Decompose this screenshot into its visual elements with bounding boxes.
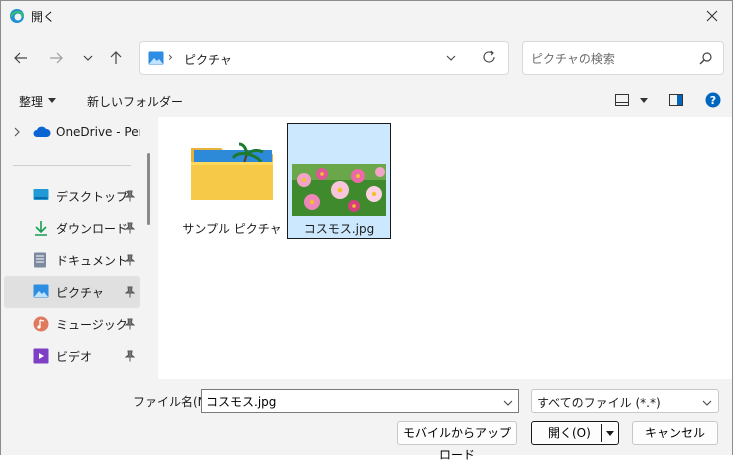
sidebar-scrollbar[interactable] [147,153,150,225]
sidebar-item-videos[interactable]: ビデオ [1,340,140,372]
file-type-value: すべてのファイル (*.*) [537,396,661,410]
chevron-down-icon [503,400,513,406]
command-bar: 整理 新しいフォルダー ? [1,85,732,117]
pin-icon [124,318,136,333]
view-mode-caret-icon[interactable] [640,98,648,103]
file-item-sample-pictures-folder[interactable]: サンプル ピクチャ [180,123,284,239]
video-icon [33,348,49,364]
chevron-down-icon [702,400,712,406]
sidebar-item-pictures[interactable]: ピクチャ [4,276,140,308]
dialog-footer: ファイル名(N): すべてのファイル (*.*) モバイルからアップロード 開く… [1,379,732,462]
file-type-dropdown-button[interactable] [702,397,712,411]
chevron-down-icon [446,55,456,61]
open-file-dialog: 開く › ピクチャ ピクチャの検索 整理 新しいフォルダー ? OneDrive… [0,0,733,462]
chevron-right-icon[interactable] [13,126,21,140]
pin-icon [124,286,136,301]
view-icon [615,94,629,106]
address-dropdown-button[interactable] [446,52,456,66]
cloud-icon [33,125,51,141]
pin-icon [124,350,136,365]
download-icon [33,220,49,236]
pin-icon [124,190,136,205]
back-button[interactable] [10,47,32,69]
breadcrumb-separator: › [168,50,173,64]
close-icon [706,10,718,22]
sidebar-item-music[interactable]: ミュージック [1,308,140,340]
pin-icon [124,222,136,237]
open-options-caret-icon[interactable] [606,431,614,436]
preview-pane-button[interactable] [669,94,683,109]
cancel-button[interactable]: キャンセル [632,421,718,445]
file-name: サンプル ピクチャ [182,222,282,236]
title-bar: 開く [1,1,732,31]
search-box[interactable] [522,41,724,75]
sidebar-item-label: ピクチャ [56,286,104,300]
picture-folder-icon [148,51,164,65]
sidebar-item-documents[interactable]: ドキュメント [1,244,140,276]
music-icon [33,316,49,332]
sidebar-item-label: デスクトップ [56,190,129,204]
image-thumbnail-icon [292,164,386,216]
arrow-left-icon [14,52,27,64]
folder-icon [185,134,279,204]
help-button[interactable]: ? [705,92,721,111]
sidebar-divider [13,165,131,166]
file-item-cosmos-jpg[interactable]: コスモス.jpg [287,123,391,239]
up-button[interactable] [105,47,127,69]
file-name-dropdown-button[interactable] [503,397,513,411]
navigation-pane: OneDrive - Perso デスクトップ ダウンロード [1,117,157,379]
sidebar-item-label: ミュージック [56,318,128,332]
organize-caret-icon[interactable] [48,98,56,103]
new-folder-button[interactable]: 新しいフォルダー [87,93,183,110]
file-list: サンプル ピクチャ コスモス.jpg [158,117,732,379]
file-name-input[interactable] [206,393,486,409]
recent-locations-button[interactable] [77,47,99,69]
sidebar-item-onedrive[interactable]: OneDrive - Perso [1,117,140,149]
file-type-select[interactable]: すべてのファイル (*.*) [531,389,719,413]
window-title: 開く [31,10,56,24]
preview-pane-icon [669,94,683,106]
navigation-row: › ピクチャ [1,37,732,79]
chevron-down-icon [83,55,93,61]
address-bar[interactable]: › ピクチャ [139,41,509,75]
upload-from-mobile-button[interactable]: モバイルからアップロード [397,421,517,462]
sidebar-item-label: ダウンロード [56,222,129,236]
sidebar-item-label: OneDrive - Perso [56,125,140,139]
file-name-combobox[interactable] [201,389,519,413]
view-mode-button[interactable] [615,94,629,109]
forward-button[interactable] [45,47,67,69]
pin-icon [124,254,136,269]
arrow-up-icon [110,51,122,64]
sidebar-item-label: ビデオ [56,350,93,364]
file-name: コスモス.jpg [303,222,375,236]
desktop-icon [33,188,49,204]
refresh-icon [483,50,495,63]
organize-button[interactable]: 整理 [19,93,43,110]
sidebar-item-downloads[interactable]: ダウンロード [1,212,140,244]
open-split-divider [601,424,602,442]
search-input[interactable] [531,50,691,68]
breadcrumb-pictures[interactable]: ピクチャ [184,51,232,68]
picture-icon [33,284,49,300]
help-icon: ? [705,92,721,108]
edge-browser-icon [9,8,25,24]
search-icon[interactable] [699,51,713,68]
svg-text:?: ? [710,94,716,107]
refresh-button[interactable] [482,50,496,67]
sidebar-item-label: ドキュメント [56,254,129,268]
arrow-right-icon [50,52,63,64]
sidebar-item-desktop[interactable]: デスクトップ [1,180,140,212]
document-icon [33,252,49,268]
close-button[interactable] [692,1,732,31]
